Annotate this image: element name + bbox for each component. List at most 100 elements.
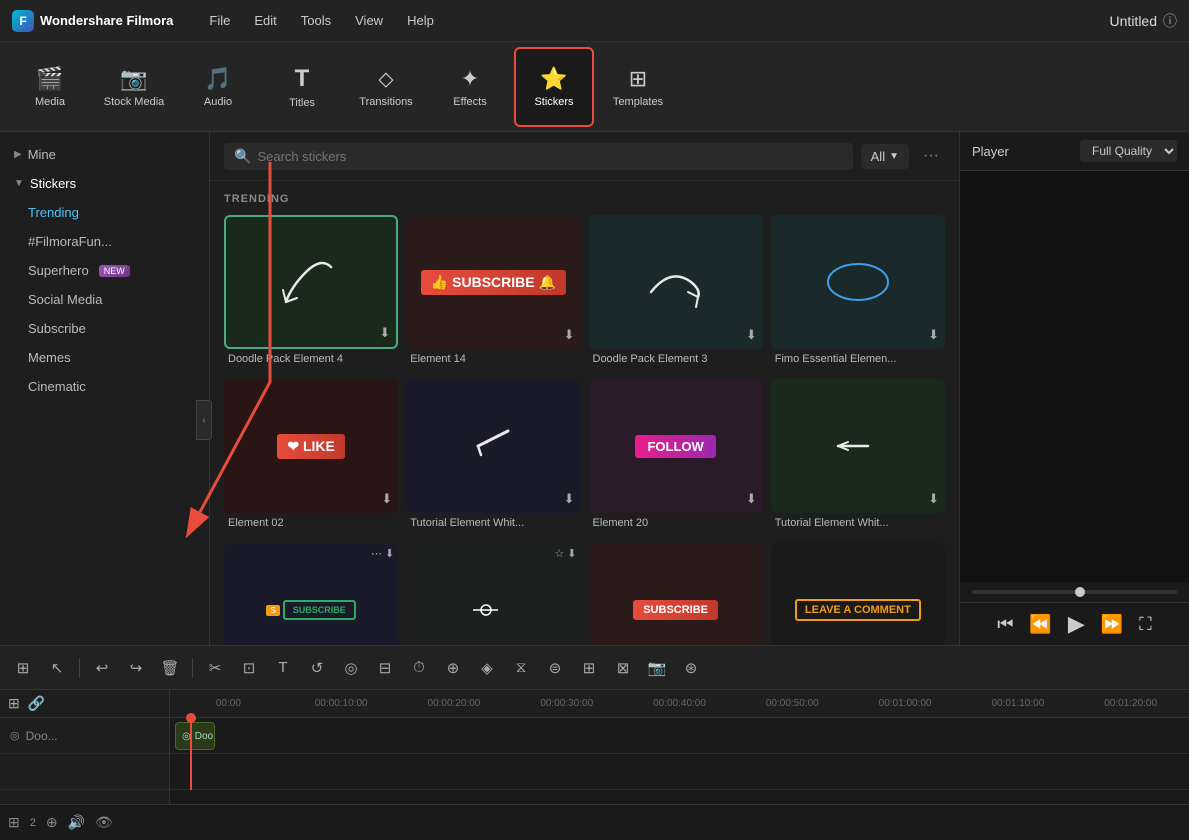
list-item[interactable]: SUBSCRIBE ⬇ Element 01 <box>589 543 763 645</box>
fullscreen-button[interactable]: ⛶ <box>1139 614 1152 635</box>
tool-audio[interactable]: 🎵 Audio <box>178 47 258 127</box>
sidebar-item-filmora-fun[interactable]: #FilmoraFun... <box>0 227 209 256</box>
menu-file[interactable]: File <box>199 9 240 32</box>
sticker-subscribe1[interactable]: S SUBSCRIBE ⋯ ⬇ <box>224 543 398 645</box>
download-icon[interactable]: ⬇ <box>928 491 939 507</box>
list-item[interactable]: ❤ LIKE ⬇ Element 02 <box>224 379 398 535</box>
sticker-clip[interactable]: ◎ Doo... <box>175 722 215 750</box>
search-filter-dropdown[interactable]: All ▼ <box>861 144 909 169</box>
tool-stock-media[interactable]: 📷 Stock Media <box>94 47 174 127</box>
menu-tools[interactable]: Tools <box>291 9 341 32</box>
playhead[interactable] <box>190 718 192 790</box>
list-item[interactable]: ⬇ Doodle Pack Element 4 <box>224 215 398 371</box>
tl-redo-button[interactable]: ↪ <box>121 653 151 683</box>
sidebar-collapse-button[interactable]: ‹ <box>196 400 212 440</box>
download-icon[interactable]: ⬇ <box>746 327 757 343</box>
list-item[interactable]: ⬇ Fimo Essential Elemen... <box>771 215 945 371</box>
tool-templates[interactable]: ⊞ Templates <box>598 47 678 127</box>
tl-audio-button[interactable]: ◎ <box>336 653 366 683</box>
search-more-button[interactable]: ··· <box>917 142 945 170</box>
sidebar-item-memes[interactable]: Memes <box>0 343 209 372</box>
tl-add-track-button[interactable]: ⊞ <box>8 695 20 712</box>
tl-expand-button[interactable]: ⊕ <box>438 653 468 683</box>
sticker-el01[interactable]: SUBSCRIBE ⬇ <box>589 543 763 645</box>
tl-extra-button[interactable]: ⊛ <box>676 653 706 683</box>
tl-color-button[interactable]: ◈ <box>472 653 502 683</box>
title-dropdown-icon[interactable]: ⓘ <box>1163 11 1177 31</box>
menu-help[interactable]: Help <box>397 9 444 32</box>
tl-select-button[interactable]: ⊞ <box>8 653 38 683</box>
step-forward-button[interactable]: ⏩ <box>1101 614 1123 635</box>
options-icon[interactable]: ⋯ <box>371 547 382 560</box>
sidebar-item-social-media[interactable]: Social Media <box>0 285 209 314</box>
tl-camera-button[interactable]: 📷 <box>642 653 672 683</box>
tool-stickers[interactable]: ⭐ Stickers <box>514 47 594 127</box>
download-icon[interactable]: ⬇ <box>379 325 390 341</box>
tl-split-button[interactable]: ⊜ <box>540 653 570 683</box>
tl-adjust-button[interactable]: ⧖ <box>506 653 536 683</box>
list-item[interactable]: 👍 SUBSCRIBE 🔔 ⬇ Element 14 <box>406 215 580 371</box>
sticker-doodle4[interactable]: ⬇ <box>224 215 398 349</box>
tl-rotate-button[interactable]: ↺ <box>302 653 332 683</box>
timeline-eye-button[interactable]: 👁 <box>95 814 113 831</box>
list-item[interactable]: FOLLOW ⬇ Element 20 <box>589 379 763 535</box>
download-icon[interactable]: ⬇ <box>381 491 392 507</box>
download-icon[interactable]: ⬇ <box>564 491 575 507</box>
tl-pointer-button[interactable]: ↖ <box>42 653 72 683</box>
download-icon[interactable]: ⬇ <box>746 491 757 507</box>
sidebar-item-cinematic[interactable]: Cinematic <box>0 372 209 401</box>
player-scrubber[interactable] <box>960 582 1189 602</box>
rewind-button[interactable]: ⏮ <box>997 614 1013 635</box>
download-icon[interactable]: ⬇ <box>564 327 575 343</box>
list-item[interactable]: LEAVE A COMMENT ⬇ Element 06 <box>771 543 945 645</box>
sidebar-item-mine[interactable]: ▶ Mine <box>0 140 209 169</box>
tl-undo-button[interactable]: ↩ <box>87 653 117 683</box>
timeline-add-media-button[interactable]: ⊕ <box>46 814 58 831</box>
sidebar-item-stickers[interactable]: ▼ Stickers <box>0 169 209 198</box>
tool-transitions[interactable]: ⬦ Transitions <box>346 47 426 127</box>
list-item[interactable]: ⬇ Tutorial Element Whit... <box>406 379 580 535</box>
step-back-button[interactable]: ⏪ <box>1029 614 1051 635</box>
download-icon[interactable]: ⬇ <box>928 327 939 343</box>
menu-view[interactable]: View <box>345 9 393 32</box>
tl-text-button[interactable]: T <box>268 653 298 683</box>
timeline-grid-button[interactable]: ⊞ <box>8 814 20 831</box>
sidebar-item-subscribe[interactable]: Subscribe <box>0 314 209 343</box>
download-icon[interactable]: ⬇ <box>385 547 394 560</box>
fav-icon[interactable]: ☆ <box>554 547 564 560</box>
sticker-tutorial2[interactable]: ⬇ <box>771 379 945 513</box>
tl-link-button[interactable]: 🔗 <box>28 695 45 712</box>
sticker-tutorial[interactable]: ⬇ <box>406 379 580 513</box>
tl-merge-button[interactable]: ⊠ <box>608 653 638 683</box>
tool-effects[interactable]: ✦ Effects <box>430 47 510 127</box>
sticker-el20[interactable]: FOLLOW ⬇ <box>589 379 763 513</box>
tool-titles[interactable]: T Titles <box>262 47 342 127</box>
quality-select[interactable]: Full Quality 1/2 Quality 1/4 Quality <box>1080 140 1177 162</box>
tool-media[interactable]: 🎬 Media <box>10 47 90 127</box>
timeline-speaker-button[interactable]: 🔊 <box>68 814 85 831</box>
tl-snap-button[interactable]: ⊞ <box>574 653 604 683</box>
scrubber-track[interactable] <box>972 590 1177 594</box>
sticker-el02[interactable]: ❤ LIKE ⬇ <box>224 379 398 513</box>
tl-cut-button[interactable]: ✂ <box>200 653 230 683</box>
download-icon[interactable]: ⬇ <box>567 547 576 560</box>
list-item[interactable]: ⬇ Doodle Pack Element 3 <box>589 215 763 371</box>
tl-crop-button[interactable]: ⊡ <box>234 653 264 683</box>
menu-edit[interactable]: Edit <box>244 9 286 32</box>
sticker-el06[interactable]: LEAVE A COMMENT ⬇ <box>771 543 945 645</box>
list-item[interactable]: S SUBSCRIBE ⋯ ⬇ Subscribe1 <box>224 543 398 645</box>
sticker-doodle3[interactable]: ⬇ <box>589 215 763 349</box>
sidebar-item-superhero[interactable]: Superhero NEW <box>0 256 209 285</box>
list-item[interactable]: ⬇ Tutorial Element Whit... <box>771 379 945 535</box>
sticker-el14[interactable]: 👍 SUBSCRIBE 🔔 ⬇ <box>406 215 580 349</box>
tl-pip-button[interactable]: ⊟ <box>370 653 400 683</box>
sticker-fimo[interactable]: ⬇ <box>771 215 945 349</box>
search-input[interactable] <box>257 149 842 164</box>
sticker-spanish[interactable]: ☆ ⬇ <box>406 543 580 645</box>
sidebar-item-trending[interactable]: Trending <box>0 198 209 227</box>
scrubber-thumb[interactable] <box>1075 587 1085 597</box>
list-item[interactable]: ☆ ⬇ Spanish Social Media I... <box>406 543 580 645</box>
play-button[interactable]: ▶ <box>1068 611 1085 637</box>
tl-delete-button[interactable]: 🗑 <box>155 653 185 683</box>
tl-timer-button[interactable]: ⏱ <box>404 653 434 683</box>
